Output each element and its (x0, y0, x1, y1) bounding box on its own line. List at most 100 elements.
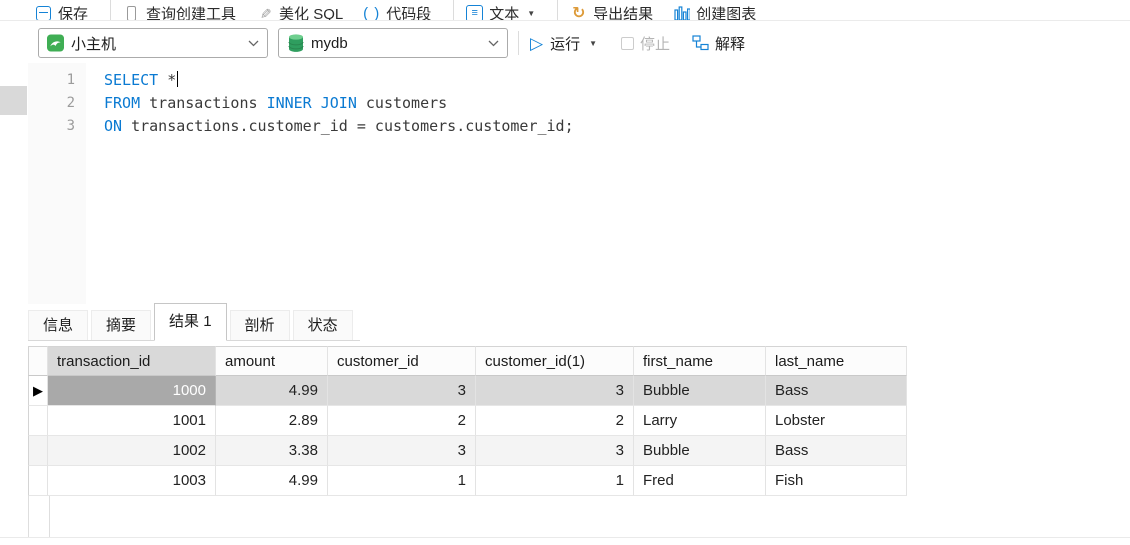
explain-label: 解释 (715, 33, 745, 54)
mysql-connection-icon (47, 35, 64, 52)
line-number: 1 (28, 69, 86, 92)
result-tab-1[interactable]: 摘要 (91, 310, 151, 340)
export-results-button[interactable]: ↻ 导出结果 (570, 0, 653, 21)
grid-cell[interactable]: 1003 (48, 466, 216, 496)
toolbar-separator (518, 31, 519, 55)
grid-cell[interactable]: Fred (634, 466, 766, 496)
row-selector-cell[interactable] (28, 466, 48, 496)
code-text: FROM transactions INNER JOIN customers (86, 92, 447, 115)
grid-cell[interactable]: 1002 (48, 436, 216, 466)
column-header-transaction_id[interactable]: transaction_id (48, 346, 216, 376)
grid-cell[interactable]: 2.89 (216, 406, 328, 436)
run-toolbar: 小主机 mydb ▷ 运行 ▼ 停止 (0, 21, 1130, 63)
code-text: ON transactions.customer_id = customers.… (86, 115, 574, 138)
explain-icon (692, 35, 709, 51)
connection-value: 小主机 (71, 33, 116, 54)
chevron-down-icon: ▼ (589, 39, 597, 48)
line-number: 3 (28, 115, 86, 138)
row-selector-cell[interactable] (28, 436, 48, 466)
connection-select[interactable]: 小主机 (38, 28, 268, 58)
main-toolbar: 保存 查询创建工具 ✎ 美化 SQL ( ) 代码段 ≡ 文本 ▼ ↻ 导出结果… (0, 0, 1130, 21)
grid-corner-cell (28, 346, 48, 376)
chevron-down-icon (248, 40, 259, 47)
row-selector-cell[interactable] (28, 406, 48, 436)
sql-editor[interactable]: 1SELECT *2FROM transactions INNER JOIN c… (28, 63, 1130, 304)
code-snippet-icon: ( ) (363, 5, 380, 22)
grid-cell[interactable]: 3 (328, 436, 476, 466)
grid-cell[interactable]: Lobster (766, 406, 907, 436)
grid-cell[interactable]: 3 (328, 376, 476, 406)
query-builder-label: 查询创建工具 (146, 3, 236, 22)
table-row: 10012.8922LarryLobster (28, 406, 907, 436)
result-tab-4[interactable]: 状态 (293, 310, 353, 340)
grid-cell[interactable]: 2 (328, 406, 476, 436)
save-label: 保存 (58, 3, 88, 22)
grid-cell[interactable]: 3 (476, 436, 634, 466)
beautify-sql-button[interactable]: ✎ 美化 SQL (256, 0, 343, 21)
grid-cell[interactable]: Fish (766, 466, 907, 496)
row-selector-cell[interactable]: ▶ (28, 376, 48, 406)
create-chart-label: 创建图表 (696, 3, 756, 22)
stop-button[interactable]: 停止 (621, 33, 670, 54)
grid-cell[interactable]: 1 (328, 466, 476, 496)
grid-cell[interactable]: Bass (766, 376, 907, 406)
result-tabstrip: 信息摘要结果 1剖析状态 (28, 303, 360, 341)
grid-cell[interactable]: 4.99 (216, 376, 328, 406)
column-header-first_name[interactable]: first_name (634, 346, 766, 376)
window-bottom-border (0, 537, 1130, 538)
run-label: 运行 (550, 33, 580, 54)
code-snippet-button[interactable]: ( ) 代码段 (363, 0, 431, 21)
grid-cell[interactable]: 3.38 (216, 436, 328, 466)
grid-cell[interactable]: 1000 (48, 376, 216, 406)
result-tab-3[interactable]: 剖析 (230, 310, 290, 340)
grid-cell[interactable]: 2 (476, 406, 634, 436)
explain-button[interactable]: 解释 (692, 33, 745, 54)
result-tab-0[interactable]: 信息 (28, 310, 88, 340)
row-marker-icon: ▶ (33, 383, 43, 398)
beautify-sql-label: 美化 SQL (279, 3, 343, 22)
grid-gutter-tail (28, 496, 50, 538)
result-tab-2[interactable]: 结果 1 (154, 303, 227, 341)
text-mode-button[interactable]: ≡ 文本 ▼ (466, 0, 535, 21)
create-chart-icon (673, 5, 690, 22)
grid-cell[interactable]: 1001 (48, 406, 216, 436)
grid-header-row: transaction_idamountcustomer_idcustomer_… (28, 346, 907, 376)
grid-cell[interactable]: Larry (634, 406, 766, 436)
line-number: 2 (28, 92, 86, 115)
grid-cell[interactable]: 3 (476, 376, 634, 406)
grid-cell[interactable]: 1 (476, 466, 634, 496)
toolbar-separator (453, 0, 454, 21)
query-builder-button[interactable]: 查询创建工具 (123, 0, 236, 21)
export-results-icon: ↻ (570, 5, 587, 22)
code-line[interactable]: 3ON transactions.customer_id = customers… (28, 115, 1130, 138)
text-mode-label: 文本 (489, 3, 519, 22)
stop-icon (621, 37, 634, 50)
grid-cell[interactable]: Bubble (634, 436, 766, 466)
database-value: mydb (311, 35, 348, 52)
stop-label: 停止 (640, 33, 670, 54)
save-button[interactable]: 保存 (35, 0, 88, 21)
grid-cell[interactable]: 4.99 (216, 466, 328, 496)
chevron-down-icon (488, 40, 499, 47)
grid-cell[interactable]: Bass (766, 436, 907, 466)
create-chart-button[interactable]: 创建图表 (673, 0, 756, 21)
splitter-handle[interactable] (0, 86, 27, 115)
column-header-customer_id(1)[interactable]: customer_id(1) (476, 346, 634, 376)
editor-code[interactable]: 1SELECT *2FROM transactions INNER JOIN c… (28, 63, 1130, 138)
table-row: 10034.9911FredFish (28, 466, 907, 496)
save-icon (35, 5, 52, 22)
toolbar-separator (557, 0, 558, 21)
grid-cell[interactable]: Bubble (634, 376, 766, 406)
text-cursor (177, 71, 178, 87)
code-line[interactable]: 2FROM transactions INNER JOIN customers (28, 92, 1130, 115)
table-row: 10023.3833BubbleBass (28, 436, 907, 466)
database-icon (287, 35, 304, 52)
column-header-amount[interactable]: amount (216, 346, 328, 376)
code-line[interactable]: 1SELECT * (28, 69, 1130, 92)
table-row: ▶10004.9933BubbleBass (28, 376, 907, 406)
column-header-last_name[interactable]: last_name (766, 346, 907, 376)
column-header-customer_id[interactable]: customer_id (328, 346, 476, 376)
toolbar-separator (110, 0, 111, 21)
run-button[interactable]: ▷ 运行 ▼ (530, 33, 601, 54)
database-select[interactable]: mydb (278, 28, 508, 58)
